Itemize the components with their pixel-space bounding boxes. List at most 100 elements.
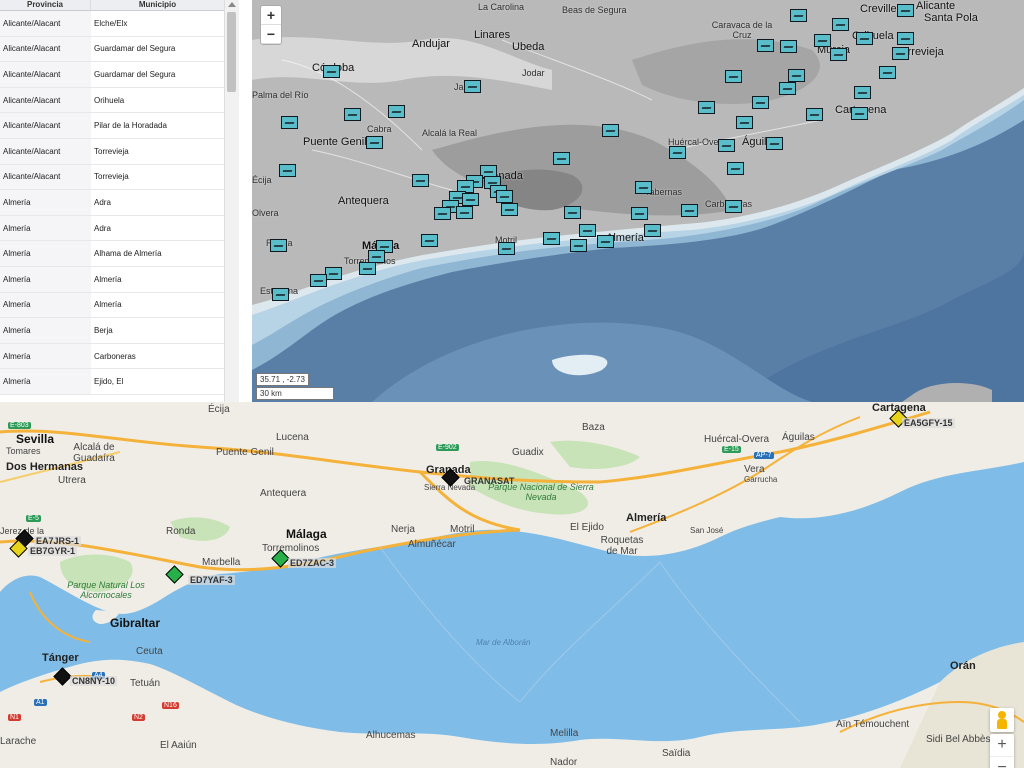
repeater-marker-icon[interactable] xyxy=(366,136,383,149)
map-city: Alhucemas xyxy=(366,730,416,741)
repeater-marker-icon[interactable] xyxy=(498,242,515,255)
cell-municipio: Berja xyxy=(94,325,113,335)
repeater-marker-icon[interactable] xyxy=(814,34,831,47)
table-row[interactable]: Almería Adra xyxy=(0,190,224,216)
repeater-marker-icon[interactable] xyxy=(434,207,451,220)
repeater-marker-icon[interactable] xyxy=(344,108,361,121)
table-row[interactable]: Alicante/Alacant Elche/Elx xyxy=(0,11,224,37)
repeater-marker-icon[interactable] xyxy=(323,65,340,78)
station-callsign[interactable]: ED7YAF-3 xyxy=(188,575,235,585)
repeater-marker-icon[interactable] xyxy=(698,101,715,114)
repeater-marker-icon[interactable] xyxy=(681,204,698,217)
repeater-marker-icon[interactable] xyxy=(727,162,744,175)
table-row[interactable]: Almería Ejido, El xyxy=(0,369,224,395)
repeater-marker-icon[interactable] xyxy=(830,48,847,61)
repeater-marker-icon[interactable] xyxy=(570,239,587,252)
column-header-provincia[interactable]: Provincia xyxy=(0,0,91,10)
station-callsign[interactable]: EB7GYR-1 xyxy=(28,546,78,556)
bottom-map-zoom-out-button[interactable]: − xyxy=(990,757,1014,768)
repeater-marker-icon[interactable] xyxy=(270,239,287,252)
repeater-marker-icon[interactable] xyxy=(897,4,914,17)
bottom-map-zoom-in-button[interactable]: + xyxy=(990,734,1014,757)
table-row[interactable]: Almería Berja xyxy=(0,318,224,344)
station-callsign[interactable]: EA7JRS-1 xyxy=(34,536,82,546)
cell-municipio: Almería xyxy=(94,300,122,310)
repeater-marker-icon[interactable] xyxy=(359,262,376,275)
cell-provincia: Alicante/Alacant xyxy=(0,138,91,164)
relief-map[interactable]: + − La Carolina Beas de Segura Caravaca … xyxy=(252,0,1024,402)
repeater-marker-icon[interactable] xyxy=(631,207,648,220)
repeater-marker-icon[interactable] xyxy=(752,96,769,109)
street-view-pegman-icon[interactable] xyxy=(990,708,1014,732)
column-header-municipio[interactable]: Municipio xyxy=(91,0,224,10)
repeater-marker-icon[interactable] xyxy=(669,146,686,159)
repeater-marker-icon[interactable] xyxy=(602,124,619,137)
table-row[interactable]: Alicante/Alacant Pilar de la Horadada xyxy=(0,113,224,139)
repeater-marker-icon[interactable] xyxy=(597,235,614,248)
table-row[interactable]: Almería Carboneras xyxy=(0,343,224,370)
repeater-marker-icon[interactable] xyxy=(892,47,909,60)
repeater-marker-icon[interactable] xyxy=(766,137,783,150)
scrollbar-thumb[interactable] xyxy=(227,12,236,92)
repeater-marker-icon[interactable] xyxy=(412,174,429,187)
repeater-marker-icon[interactable] xyxy=(757,39,774,52)
repeater-marker-icon[interactable] xyxy=(806,108,823,121)
station-callsign[interactable]: GRANASAT xyxy=(462,476,516,486)
map-label: La Carolina xyxy=(478,2,525,12)
repeater-marker-icon[interactable] xyxy=(736,116,753,129)
table-header: Provincia Municipio xyxy=(0,0,224,11)
repeater-marker-icon[interactable] xyxy=(456,206,473,219)
repeater-marker-icon[interactable] xyxy=(856,32,873,45)
repeater-marker-icon[interactable] xyxy=(780,40,797,53)
repeater-marker-icon[interactable] xyxy=(718,139,735,152)
repeater-marker-icon[interactable] xyxy=(851,107,868,120)
repeater-marker-icon[interactable] xyxy=(897,32,914,45)
repeater-marker-icon[interactable] xyxy=(281,116,298,129)
repeater-marker-icon[interactable] xyxy=(501,203,518,216)
table-row[interactable]: Almería Almería xyxy=(0,266,224,293)
cell-municipio: Almería xyxy=(94,274,122,284)
map-label: Olvera xyxy=(252,208,279,218)
repeater-marker-icon[interactable] xyxy=(725,200,742,213)
repeater-marker-icon[interactable] xyxy=(462,193,479,206)
table-row[interactable]: Alicante/Alacant Guardamar del Segura xyxy=(0,62,224,88)
road-shield: AP-7 xyxy=(754,452,774,459)
repeater-marker-icon[interactable] xyxy=(579,224,596,237)
table-row[interactable]: Alicante/Alacant Guardamar del Segura xyxy=(0,36,224,63)
table-row[interactable]: Alicante/Alacant Torrevieja xyxy=(0,164,224,191)
repeater-marker-icon[interactable] xyxy=(421,234,438,247)
repeater-marker-icon[interactable] xyxy=(644,224,661,237)
table-row[interactable]: Almería Adra xyxy=(0,215,224,242)
table-row[interactable]: Alicante/Alacant Torrevieja xyxy=(0,138,224,165)
road-map[interactable]: Sevilla Alcalá de Guadaíra Dos Hermanas … xyxy=(0,402,1024,768)
table-scrollbar[interactable] xyxy=(224,0,239,402)
repeater-marker-icon[interactable] xyxy=(464,80,481,93)
repeater-marker-icon[interactable] xyxy=(725,70,742,83)
repeater-marker-icon[interactable] xyxy=(272,288,289,301)
repeater-marker-icon[interactable] xyxy=(543,232,560,245)
repeater-marker-icon[interactable] xyxy=(879,66,896,79)
repeater-marker-icon[interactable] xyxy=(496,190,513,203)
repeater-marker-icon[interactable] xyxy=(310,274,327,287)
station-callsign[interactable]: CN8NY-10 xyxy=(70,676,118,686)
repeater-marker-icon[interactable] xyxy=(553,152,570,165)
repeater-marker-icon[interactable] xyxy=(832,18,849,31)
top-map-zoom-out-button[interactable]: − xyxy=(261,25,281,44)
repeater-marker-icon[interactable] xyxy=(788,69,805,82)
repeater-marker-icon[interactable] xyxy=(635,181,652,194)
repeater-marker-icon[interactable] xyxy=(790,9,807,22)
repeater-marker-icon[interactable] xyxy=(564,206,581,219)
repeater-marker-icon[interactable] xyxy=(854,86,871,99)
repeater-marker-icon[interactable] xyxy=(325,267,342,280)
repeater-marker-icon[interactable] xyxy=(388,105,405,118)
table-row[interactable]: Almería Alhama de Almería xyxy=(0,241,224,267)
repeater-marker-icon[interactable] xyxy=(279,164,296,177)
repeater-marker-icon[interactable] xyxy=(779,82,796,95)
map-label: Caravaca de la Cruz xyxy=(711,20,773,40)
station-callsign[interactable]: EA5GFY-15 xyxy=(902,418,955,428)
station-callsign[interactable]: ED7ZAC-3 xyxy=(288,558,337,568)
top-map-zoom-in-button[interactable]: + xyxy=(261,6,281,25)
table-row[interactable]: Almería Almería xyxy=(0,292,224,319)
table-row[interactable]: Alicante/Alacant Orihuela xyxy=(0,87,224,114)
scroll-up-arrow-icon[interactable] xyxy=(228,2,236,7)
